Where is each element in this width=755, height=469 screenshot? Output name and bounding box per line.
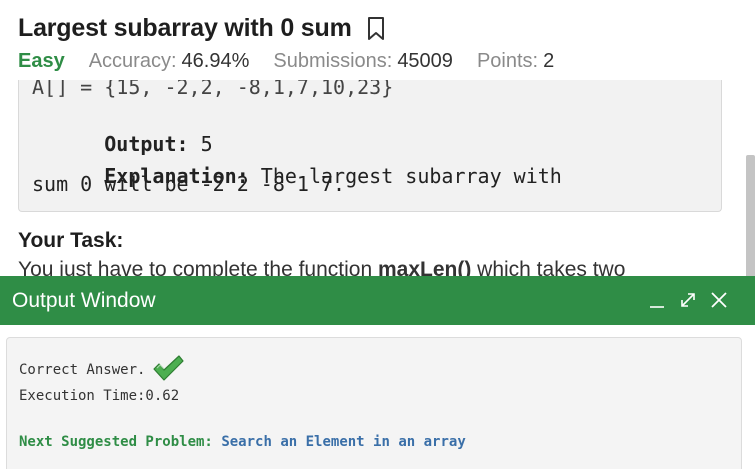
output-window-title: Output Window [12, 289, 156, 312]
next-problem-label: Next Suggested Problem: [19, 434, 213, 450]
result-text: Correct Answer. [19, 362, 146, 378]
problem-meta: Easy Accuracy: 46.94% Submissions: 45009… [18, 50, 578, 73]
result-line: Correct Answer. [19, 355, 185, 382]
check-icon [151, 354, 185, 382]
problem-title: Largest subarray with 0 sum [18, 14, 352, 42]
output-console: Correct Answer. Execution Time:0.62 Next… [6, 337, 742, 469]
close-icon[interactable] [708, 288, 730, 312]
submissions-value: 45009 [397, 50, 453, 72]
expand-icon[interactable] [677, 288, 699, 312]
next-problem-link[interactable]: Search an Element in an array [221, 434, 465, 450]
bookmark-icon[interactable] [366, 16, 386, 42]
minimize-icon[interactable] [646, 288, 668, 312]
scrollbar-thumb[interactable] [746, 155, 755, 285]
points-label: Points: [476, 50, 539, 72]
difficulty-badge: Easy [18, 50, 65, 72]
output-window-header: Output Window [0, 276, 755, 325]
output-window-body: Correct Answer. Execution Time:0.62 Next… [0, 325, 755, 469]
example-input-line: A[] = {15, -2,2, -8,1,7,10,23} [32, 80, 394, 99]
points-value: 2 [543, 50, 555, 72]
example-explanation-line-2: sum 0 will be -2 2 -8 1 7. [32, 172, 346, 196]
next-suggested-problem: Next Suggested Problem: Search an Elemen… [19, 434, 466, 450]
accuracy-value: 46.94% [181, 50, 250, 72]
task-heading: Your Task: [18, 229, 124, 252]
submissions-label: Submissions: [273, 50, 393, 72]
accuracy-label: Accuracy: [88, 50, 177, 72]
problem-page: Largest subarray with 0 sum Easy Accurac… [0, 0, 755, 469]
execution-time: Execution Time:0.62 [19, 388, 180, 404]
problem-header: Largest subarray with 0 sum [18, 14, 386, 43]
example-box: A[] = {15, -2,2, -8,1,7,10,23} Output: 5… [18, 80, 722, 212]
